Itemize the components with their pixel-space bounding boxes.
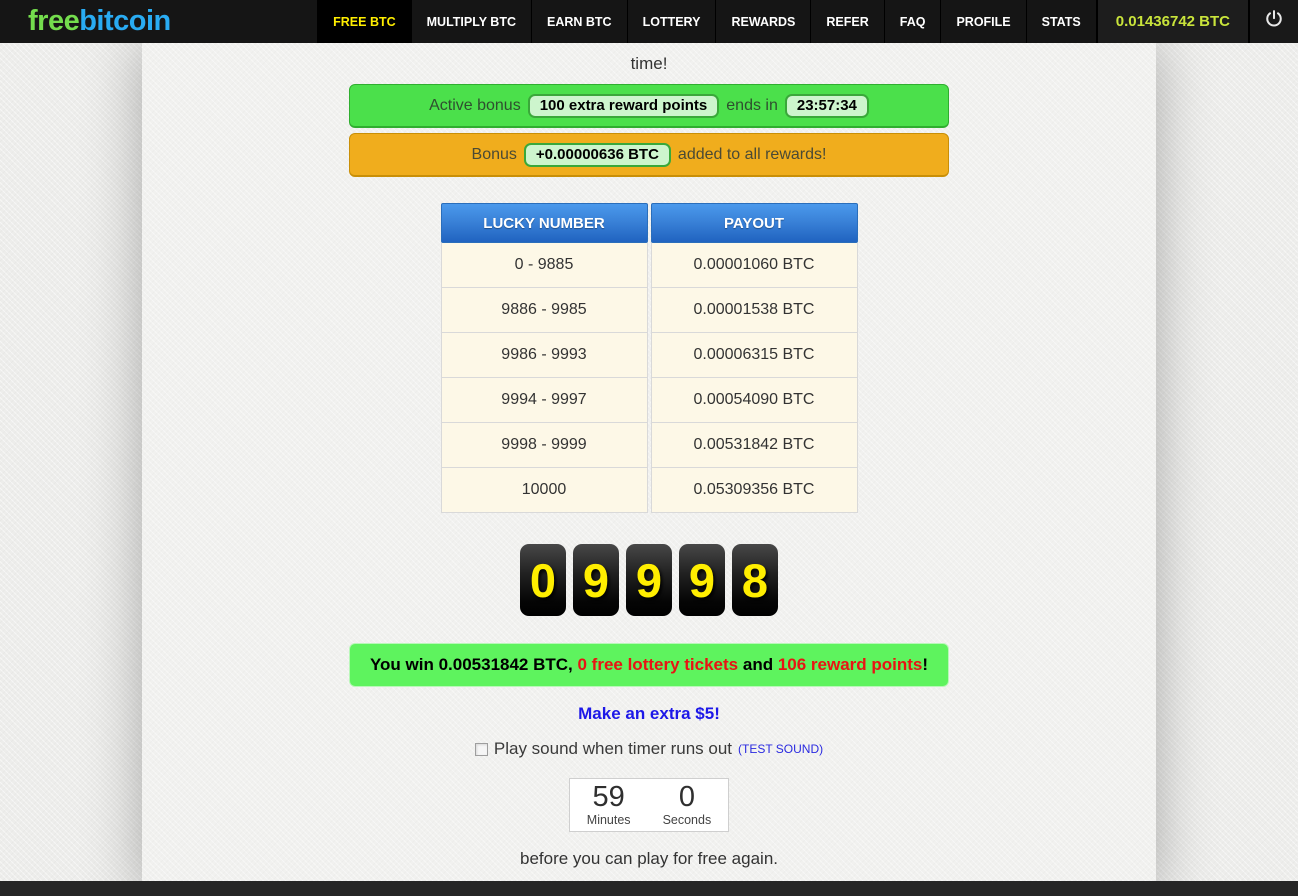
win-lottery-tickets: 0 free lottery tickets: [577, 655, 739, 674]
column-header-lucky-number: LUCKY NUMBER: [440, 203, 648, 243]
payout-value: 0.00531842 BTC: [650, 423, 858, 468]
active-bonus-countdown: 23:57:34: [784, 93, 869, 118]
table-row: 9986 - 9993 0.00006315 BTC: [440, 333, 858, 378]
win-text: You win 0.00531842 BTC,: [369, 655, 578, 674]
logo-bitcoin: bitcoin: [79, 5, 171, 37]
play-sound-label: Play sound when timer runs out: [493, 739, 732, 758]
top-navbar: free bitcoin FREE BTC MULTIPLY BTC EARN B…: [0, 0, 1298, 43]
lucky-number-range: 9886 - 9985: [440, 288, 648, 333]
extra-link-row: Make an extra $5!: [142, 703, 1156, 725]
roll-digit: 9: [626, 544, 672, 616]
roll-digit: 9: [573, 544, 619, 616]
win-text: and: [738, 655, 778, 674]
roll-digit: 8: [732, 544, 778, 616]
countdown-timer: 59 Minutes 0 Seconds: [569, 778, 729, 832]
nav-tab-earn-btc[interactable]: EARN BTC: [531, 0, 627, 43]
test-sound-link[interactable]: (TEST SOUND): [738, 738, 823, 760]
active-bonus-banner: Active bonus 100 extra reward points end…: [349, 84, 949, 128]
table-row: 9998 - 9999 0.00531842 BTC: [440, 423, 858, 468]
nav-tab-free-btc[interactable]: FREE BTC: [317, 0, 411, 43]
logout-button[interactable]: [1248, 0, 1298, 43]
make-extra-link[interactable]: Make an extra $5!: [578, 703, 720, 725]
bonus-prefix: Bonus: [471, 145, 517, 163]
payout-value: 0.00054090 BTC: [650, 378, 858, 423]
btc-balance[interactable]: 0.01436742 BTC: [1095, 0, 1248, 43]
payout-table: LUCKY NUMBER PAYOUT 0 - 9885 0.00001060 …: [438, 203, 861, 513]
table-row: 9994 - 9997 0.00054090 BTC: [440, 378, 858, 423]
roll-digit: 9: [679, 544, 725, 616]
site-logo[interactable]: free bitcoin: [0, 0, 171, 43]
lucky-number-range: 9998 - 9999: [440, 423, 648, 468]
timer-minutes-cell: 59 Minutes: [587, 781, 631, 831]
nav-tab-stats[interactable]: STATS: [1025, 0, 1096, 43]
active-bonus-prefix: Active bonus: [429, 96, 521, 114]
payout-value: 0.00006315 BTC: [650, 333, 858, 378]
win-reward-points: 106 reward points: [777, 655, 923, 674]
table-row: 0 - 9885 0.00001060 BTC: [440, 243, 858, 288]
footer-bar: [0, 881, 1298, 896]
lucky-number-range: 0 - 9885: [440, 243, 648, 288]
active-bonus-middle: ends in: [726, 96, 778, 114]
nav-tab-faq[interactable]: FAQ: [883, 0, 941, 43]
payout-table-header-row: LUCKY NUMBER PAYOUT: [440, 203, 858, 243]
nav-tab-multiply-btc[interactable]: MULTIPLY BTC: [410, 0, 531, 43]
nav-menu: FREE BTC MULTIPLY BTC EARN BTC LOTTERY R…: [317, 0, 1298, 43]
active-bonus-badge: 100 extra reward points: [527, 93, 720, 118]
bonus-suffix: added to all rewards!: [677, 145, 827, 163]
table-row: 9886 - 9985 0.00001538 BTC: [440, 288, 858, 333]
nav-tab-profile[interactable]: PROFILE: [940, 0, 1025, 43]
lucky-number-range: 10000: [440, 468, 648, 513]
intro-text: time!: [630, 54, 668, 73]
win-message-banner: You win 0.00531842 BTC, 0 free lottery t…: [349, 643, 949, 687]
roll-result-display: 0 9 9 9 8: [142, 544, 1156, 616]
timer-minutes-value: 59: [592, 781, 625, 813]
payout-value: 0.05309356 BTC: [650, 468, 858, 513]
nav-tab-lottery[interactable]: LOTTERY: [626, 0, 716, 43]
nav-tab-rewards[interactable]: REWARDS: [715, 0, 810, 43]
win-text: !: [922, 655, 929, 674]
bonus-amount-badge: +0.00000636 BTC: [523, 142, 671, 167]
timer-seconds-value: 0: [678, 781, 695, 813]
timer-seconds-cell: 0 Seconds: [663, 781, 712, 831]
sound-option-row: Play sound when timer runs out (TEST SOU…: [142, 738, 1156, 760]
timer-seconds-label: Seconds: [662, 813, 712, 827]
table-row: 10000 0.05309356 BTC: [440, 468, 858, 513]
logo-free: free: [28, 5, 80, 37]
timer-minutes-label: Minutes: [586, 813, 631, 827]
lucky-number-range: 9994 - 9997: [440, 378, 648, 423]
power-icon: [1264, 9, 1284, 34]
roll-digit: 0: [520, 544, 566, 616]
nav-tab-refer[interactable]: REFER: [810, 0, 883, 43]
play-again-note: before you can play for free again.: [520, 849, 778, 868]
reward-bonus-banner: Bonus +0.00000636 BTC added to all rewar…: [349, 133, 949, 177]
main-content: time! Active bonus 100 extra reward poin…: [142, 43, 1156, 896]
column-header-payout: PAYOUT: [650, 203, 858, 243]
play-sound-checkbox[interactable]: [474, 742, 488, 756]
payout-value: 0.00001060 BTC: [650, 243, 858, 288]
payout-value: 0.00001538 BTC: [650, 288, 858, 333]
lucky-number-range: 9986 - 9993: [440, 333, 648, 378]
